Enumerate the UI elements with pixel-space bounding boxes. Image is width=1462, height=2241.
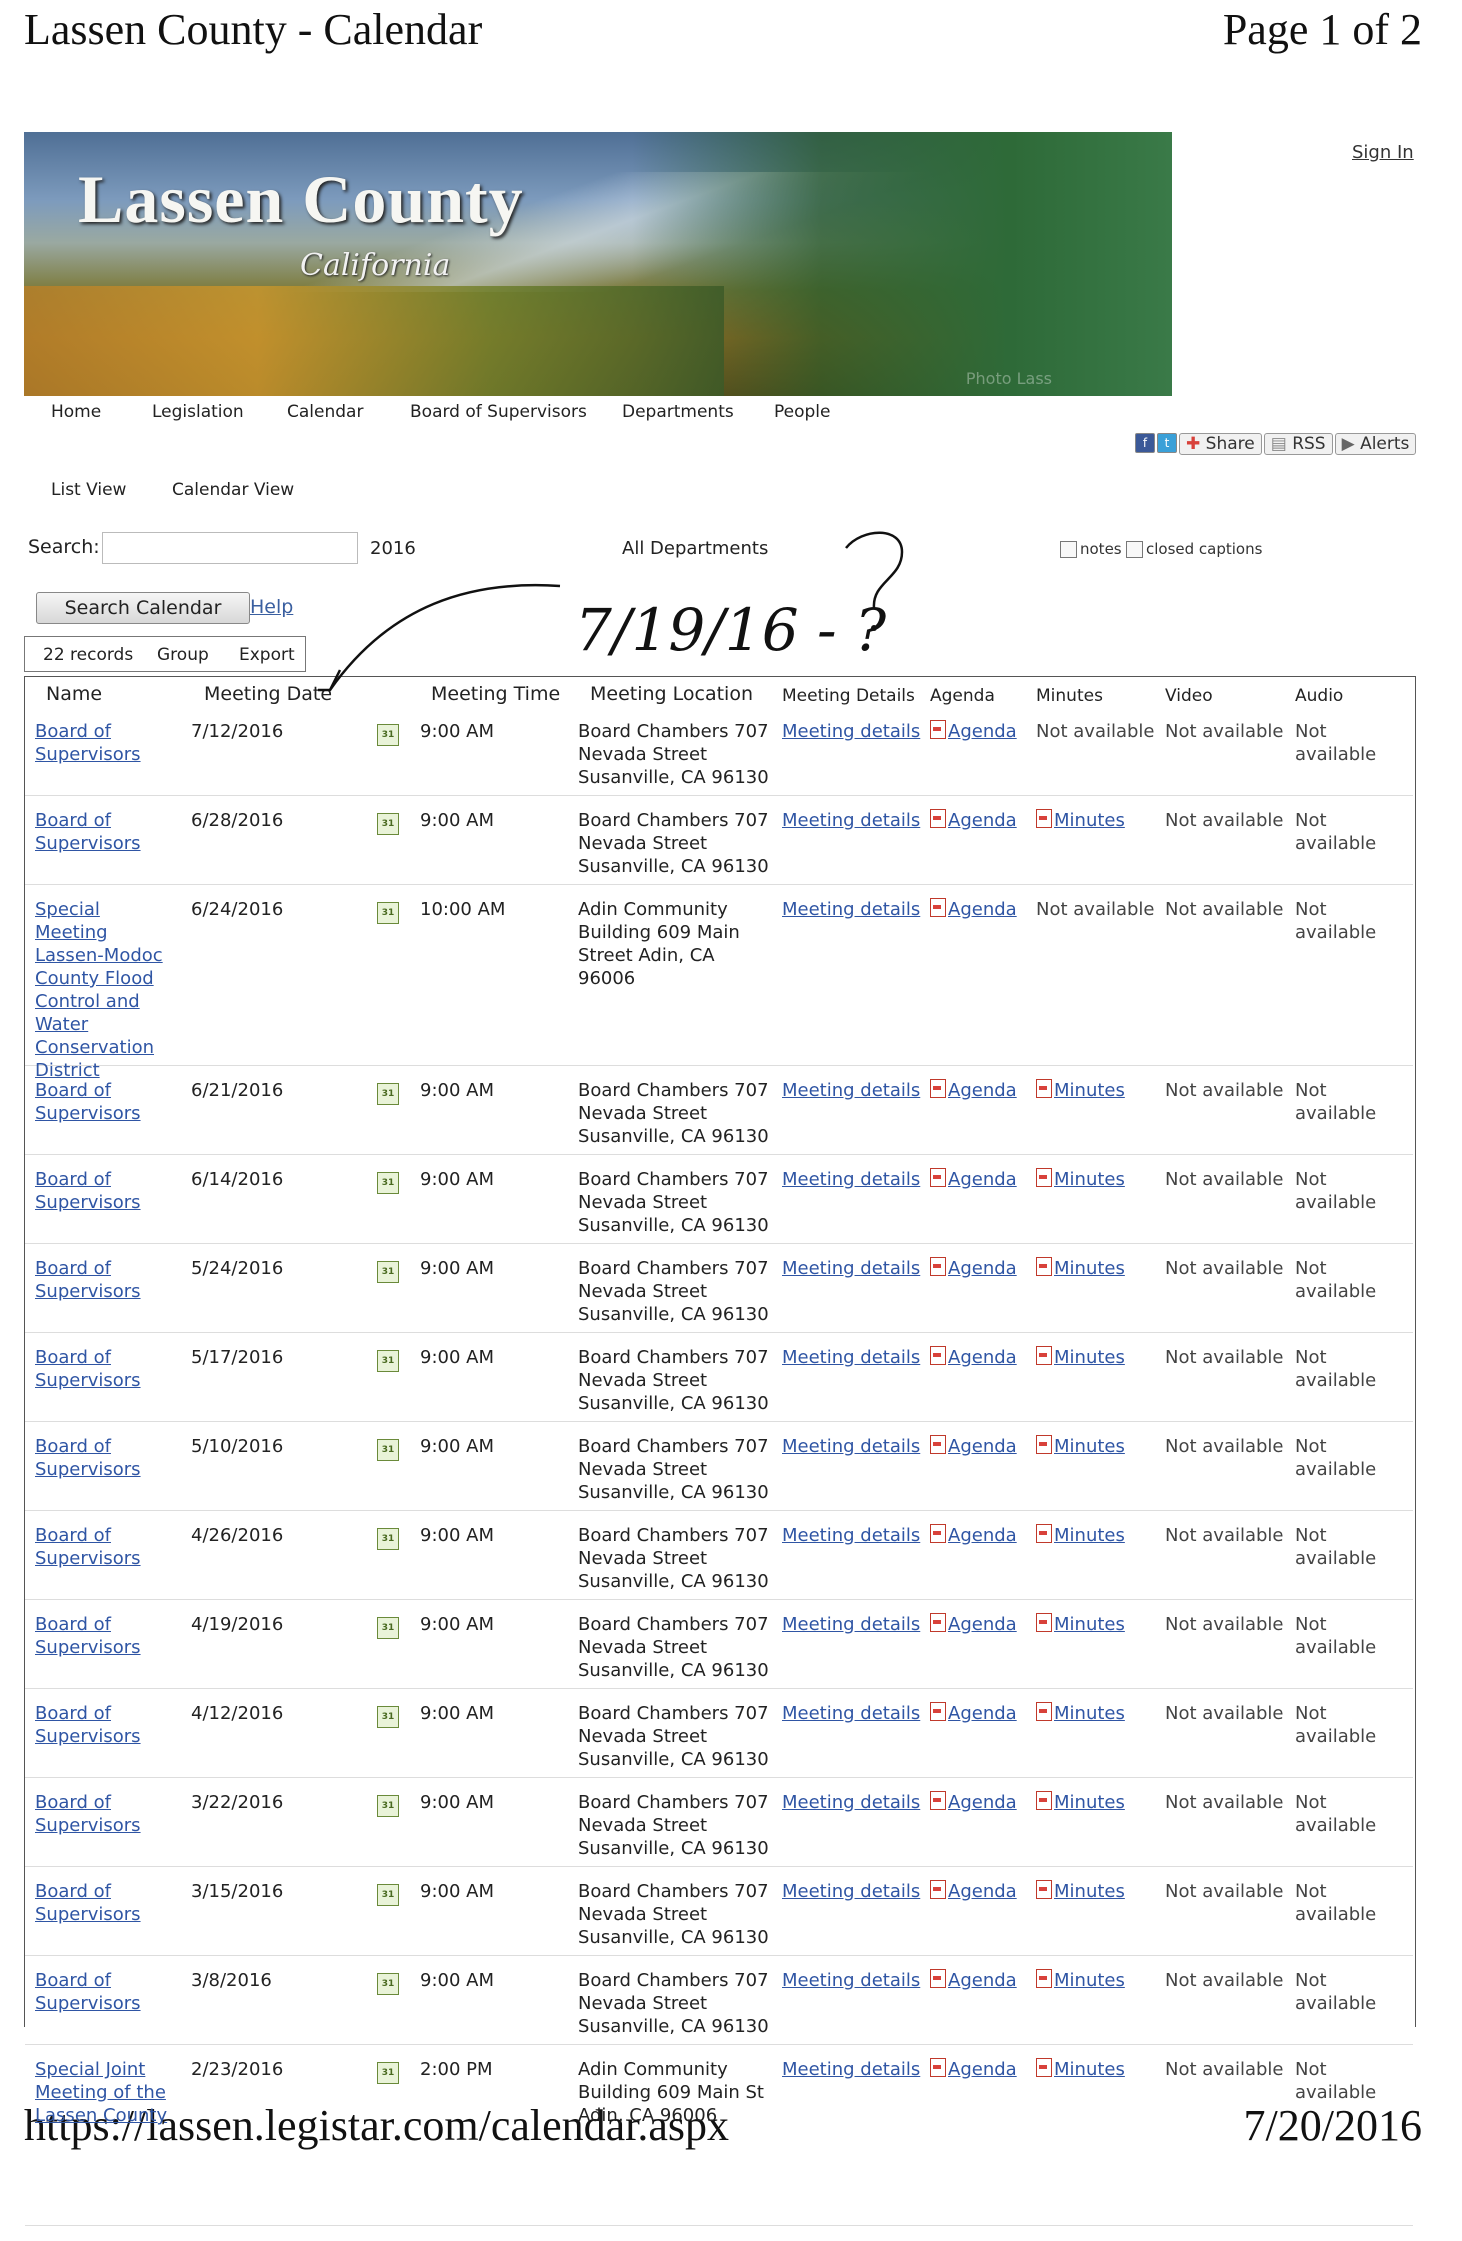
annotation-handwriting: 7/19/16 - ? — [575, 596, 887, 664]
annotation-arrow — [328, 583, 561, 691]
handwritten-annotation: 7/19/16 - ? — [318, 531, 904, 692]
